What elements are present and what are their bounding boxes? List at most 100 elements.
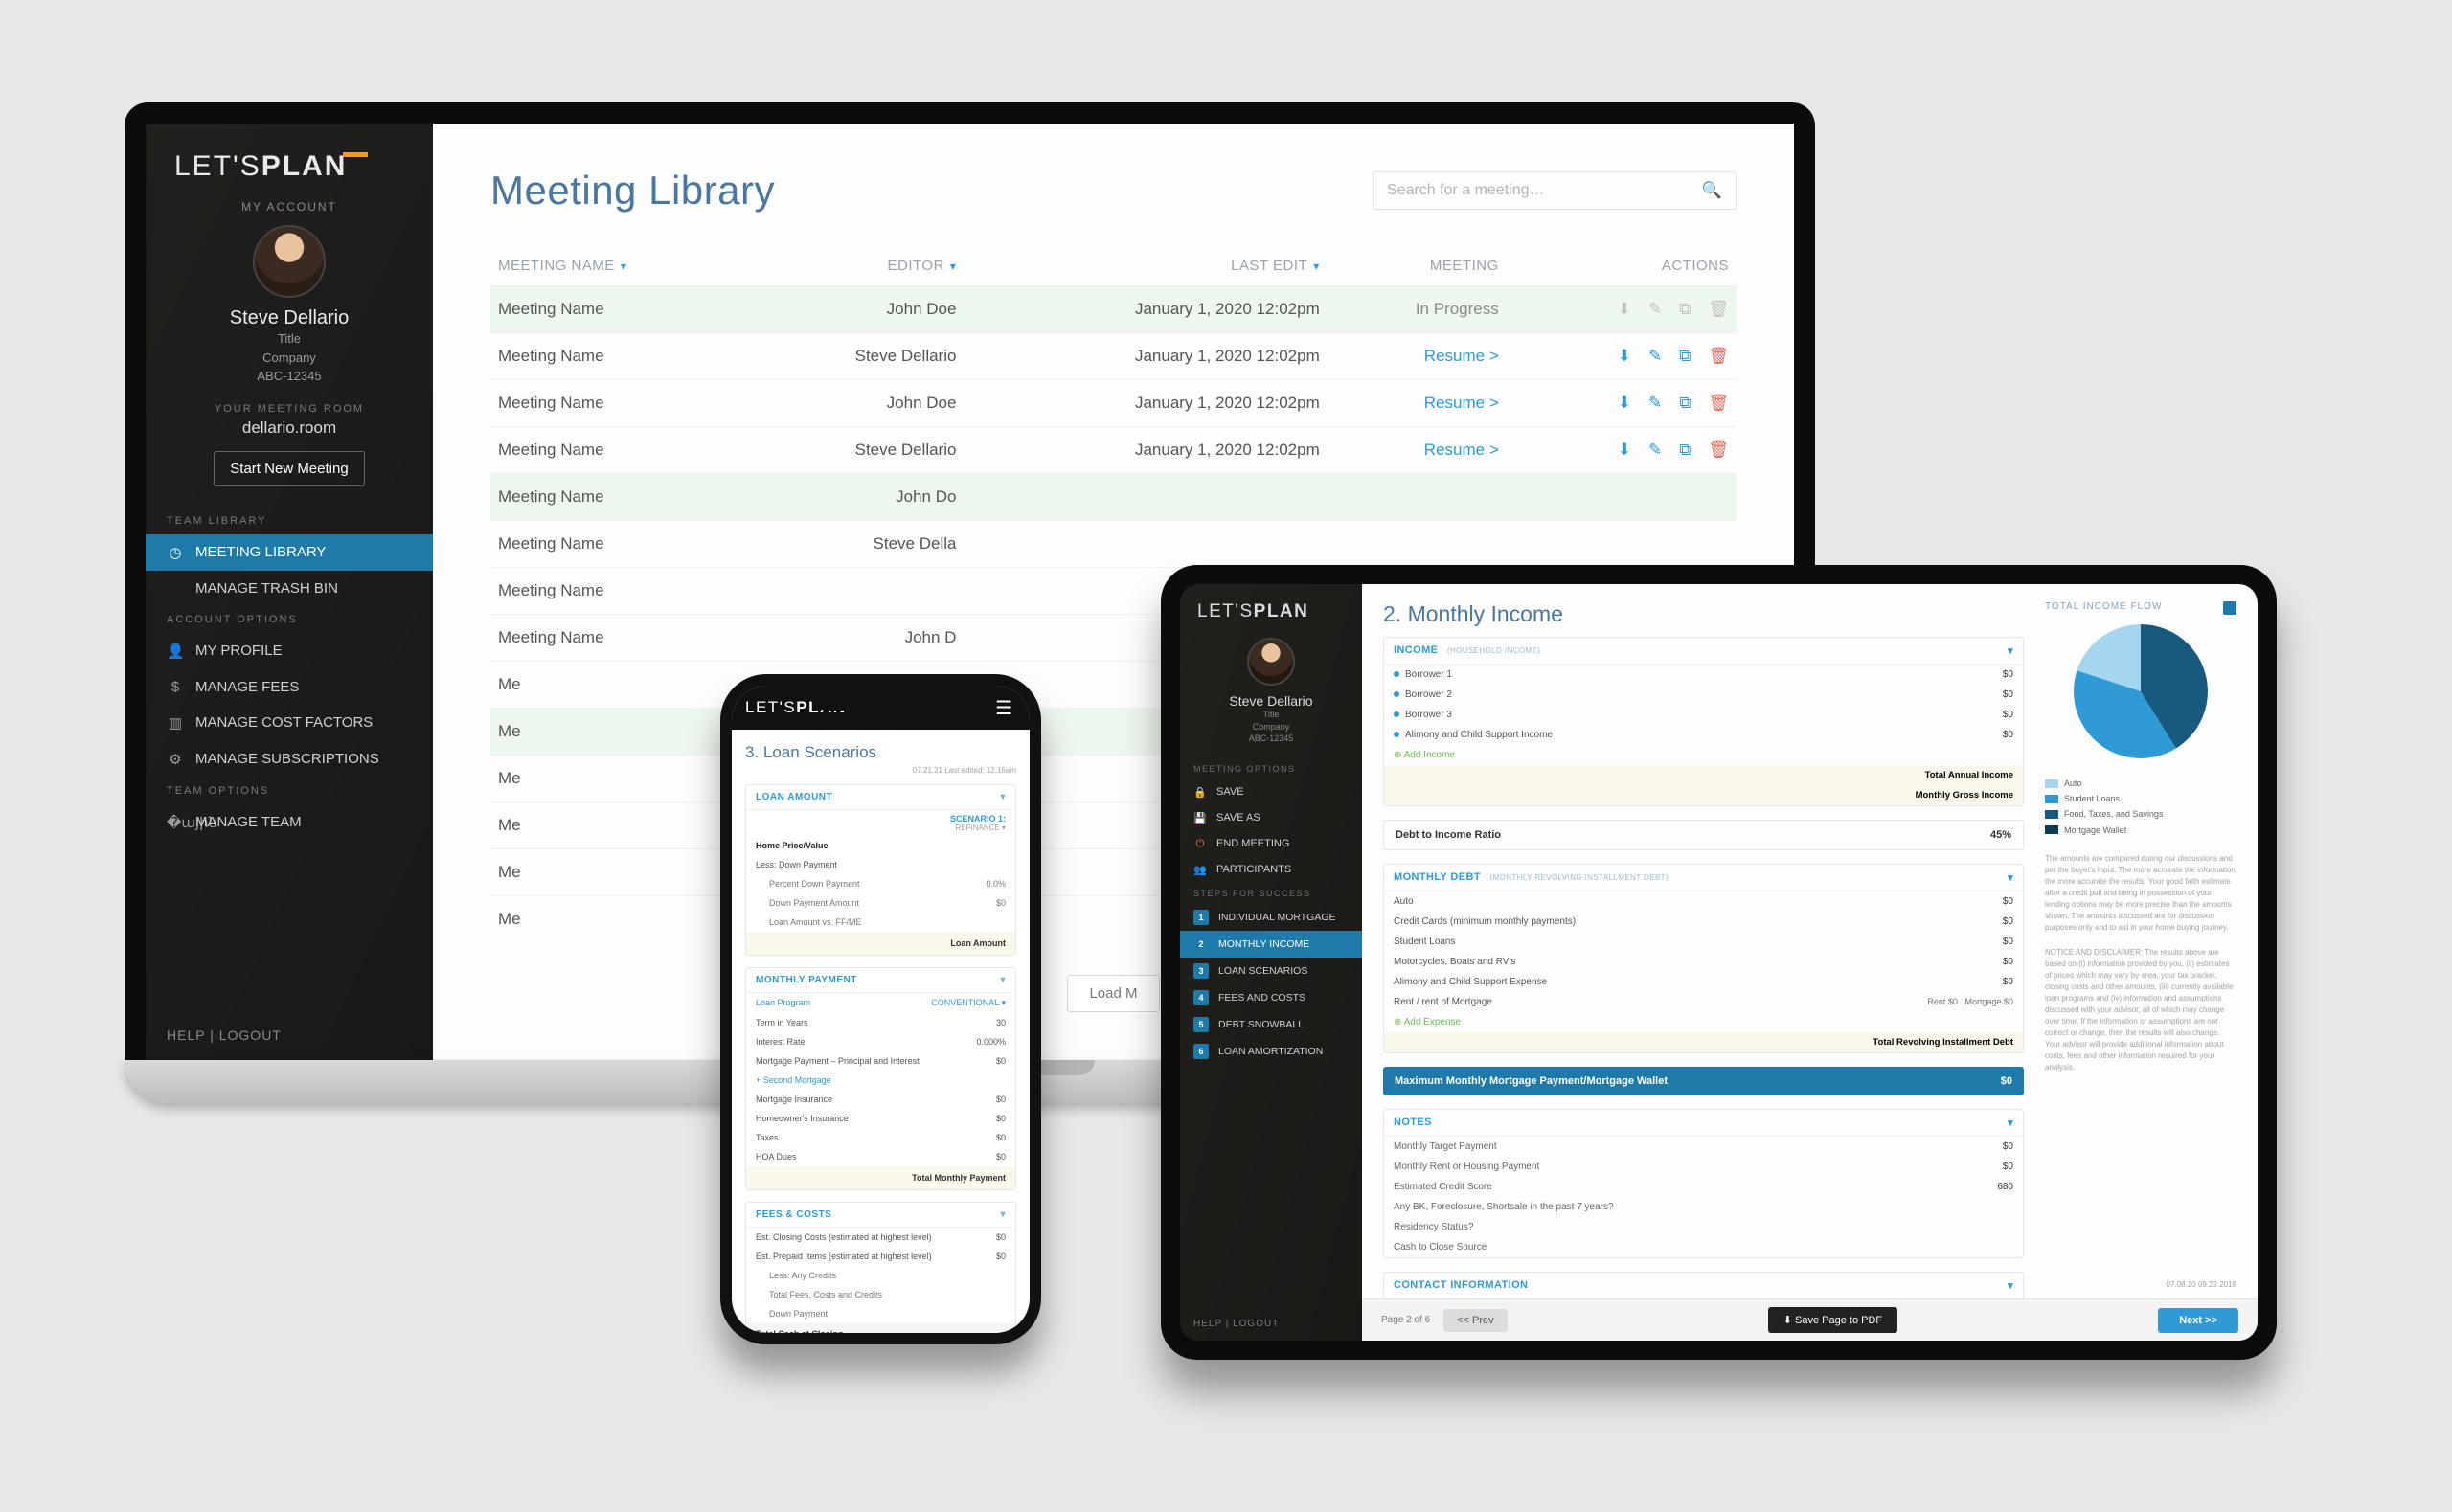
nav-fees[interactable]: $MANAGE FEES — [146, 669, 433, 705]
chevron-down-icon: ▾ — [1313, 260, 1320, 273]
copy-icon[interactable]: ⧉ — [1679, 394, 1691, 413]
monthly-payment-total: Total Monthly Payment — [746, 1166, 1015, 1189]
gear-icon: ⚙ — [167, 751, 184, 768]
download-icon[interactable]: ⬇ — [1618, 347, 1631, 366]
section-team-library: TEAM LIBRARY — [146, 508, 433, 534]
trash-icon[interactable]: 🗑 — [1708, 300, 1729, 319]
edit-icon[interactable]: ✎ — [1648, 347, 1662, 366]
opt-end-meeting[interactable]: ⏻END MEETING — [1180, 831, 1362, 857]
card-header-contact[interactable]: CONTACT INFORMATION▾ — [1384, 1273, 2023, 1299]
menu-icon[interactable]: ☰ — [995, 696, 1012, 720]
team-icon: �ային — [167, 814, 184, 831]
room-name: dellario.room — [146, 418, 433, 438]
edit-icon[interactable]: ✎ — [1648, 394, 1662, 413]
card-header[interactable]: MONTHLY PAYMENT▾ — [746, 968, 1015, 993]
col-last[interactable]: LAST EDIT▾ — [964, 246, 1327, 286]
ratio-value: 45% — [1990, 829, 2011, 841]
col-editor[interactable]: EDITOR▾ — [752, 246, 964, 286]
add-expense-button[interactable]: ⊕ Add Expense — [1384, 1012, 2023, 1032]
table-row[interactable]: Meeting NameSteve DellarioJanuary 1, 202… — [490, 333, 1737, 380]
monthly-gross-income: Monthly Gross Income — [1384, 785, 2023, 805]
trash-icon[interactable]: 🗑 — [1708, 394, 1729, 413]
ratio-label: Debt to Income Ratio — [1396, 829, 1501, 841]
nav-team[interactable]: �այինMANAGE TEAM — [146, 804, 433, 841]
list-item: Mortgage Insurance$0 — [746, 1090, 1015, 1109]
laptop-sidebar: LET'SPLAN MY ACCOUNT Steve Dellario Titl… — [146, 124, 433, 1060]
list-item: Borrower 1$0 — [1384, 665, 2023, 685]
download-icon[interactable]: ⬇ — [1618, 300, 1631, 319]
list-item: Motorcycles, Boats and RV's$0 — [1384, 952, 2023, 972]
list-item: Down Payment Amount$0 — [746, 893, 1015, 913]
step-4[interactable]: 4FEES AND COSTS — [1180, 984, 1362, 1011]
card-header[interactable]: FEES & COSTS▾ — [746, 1203, 1015, 1228]
nav-meeting-library[interactable]: ◷MEETING LIBRARY — [146, 534, 433, 571]
list-item: Term in Years30 — [746, 1013, 1015, 1032]
section-steps: STEPS FOR SUCCESS — [1180, 883, 1362, 904]
copy-icon[interactable]: ⧉ — [1679, 347, 1691, 366]
chevron-down-icon: ▾ — [2008, 1279, 2013, 1292]
step-6[interactable]: 6LOAN AMORTIZATION — [1180, 1038, 1362, 1065]
page-indicator: Page 2 of 6 — [1381, 1315, 1430, 1325]
download-icon[interactable]: ⬇ — [1618, 440, 1631, 460]
nav-subscriptions[interactable]: ⚙MANAGE SUBSCRIPTIONS — [146, 741, 433, 778]
edit-icon[interactable]: ✎ — [1648, 440, 1662, 460]
list-item: Residency Status? — [1384, 1217, 2023, 1237]
list-item: Less: Down Payment — [746, 855, 1015, 874]
load-more-button[interactable]: Load M — [1067, 975, 1159, 1012]
step-3[interactable]: 3LOAN SCENARIOS — [1180, 958, 1362, 984]
avatar[interactable] — [253, 225, 326, 298]
list-item: Credit Cards (minimum monthly payments)$… — [1384, 912, 2023, 932]
download-icon[interactable]: ⬇ — [1618, 394, 1631, 413]
monthly-payment-card: MONTHLY PAYMENT▾ Loan ProgramCONVENTIONA… — [745, 967, 1016, 1190]
avatar[interactable] — [1247, 638, 1295, 686]
add-income-button[interactable]: ⊕ Add Income — [1384, 745, 2023, 765]
trash-icon[interactable]: 🗑 — [1708, 347, 1729, 366]
card-header-income[interactable]: INCOME (HOUSEHOLD INCOME)▾ — [1384, 638, 2023, 665]
table-row[interactable]: Meeting NameJohn Do — [490, 474, 1737, 521]
next-button[interactable]: Next >> — [2158, 1308, 2238, 1333]
list-item: Any BK, Foreclosure, Shortsale in the pa… — [1384, 1197, 2023, 1217]
list-item: Total Fees, Costs and Credits — [746, 1285, 1015, 1304]
list-item: Mortgage Payment – Principal and Interes… — [746, 1051, 1015, 1071]
col-name[interactable]: MEETING NAME▾ — [490, 246, 752, 286]
page-title: 3. Loan Scenarios — [745, 743, 1016, 762]
scenario-selector[interactable]: SCENARIO 1:REFINANCE ▾ — [746, 810, 1015, 836]
user-meta: TitleCompanyABC-12345 — [1180, 709, 1362, 745]
expand-icon[interactable] — [2223, 601, 2236, 615]
step-5[interactable]: 5DEBT SNOWBALL — [1180, 1011, 1362, 1038]
table-row[interactable]: Meeting NameSteve DellarioJanuary 1, 202… — [490, 427, 1737, 474]
card-header-debt[interactable]: MONTHLY DEBT (MONTHLY REVOLVING INSTALLM… — [1384, 865, 2023, 891]
edit-icon[interactable]: ✎ — [1648, 300, 1662, 319]
start-meeting-button[interactable]: Start New Meeting — [214, 451, 364, 486]
table-row[interactable]: Meeting NameJohn DoeJanuary 1, 2020 12:0… — [490, 380, 1737, 427]
search-input[interactable]: Search for a meeting… 🔍 — [1373, 171, 1737, 210]
copy-icon[interactable]: ⧉ — [1679, 300, 1691, 319]
nav-profile[interactable]: 👤MY PROFILE — [146, 633, 433, 669]
prev-button[interactable]: << Prev — [1443, 1309, 1508, 1332]
opt-participants[interactable]: 👥PARTICIPANTS — [1180, 857, 1362, 883]
save-pdf-button[interactable]: ⬇ Save Page to PDF — [1768, 1307, 1897, 1333]
lock-icon: 🔒 — [1193, 786, 1207, 799]
card-header-notes[interactable]: NOTES▾ — [1384, 1110, 2023, 1137]
app-logo: LET'SPLAN — [1180, 584, 1362, 632]
step-2[interactable]: 2MONTHLY INCOME — [1180, 931, 1362, 958]
card-header[interactable]: LOAN AMOUNT▾ — [746, 785, 1015, 810]
nav-cost[interactable]: ▥MANAGE COST FACTORS — [146, 705, 433, 741]
notes-card: NOTES▾ Monthly Target Payment$0Monthly R… — [1383, 1109, 2024, 1258]
table-row[interactable]: Meeting NameSteve Della — [490, 521, 1737, 568]
trash-icon[interactable]: 🗑 — [1708, 440, 1729, 460]
app-logo: LET'SPLAN — [146, 124, 433, 196]
sidebar-footer[interactable]: HELP | LOGOUT — [146, 1010, 433, 1060]
step-1[interactable]: 1INDIVIDUAL MORTGAGE — [1180, 904, 1362, 931]
table-row[interactable]: Meeting NameJohn DoeJanuary 1, 2020 12:0… — [490, 286, 1737, 333]
list-item: Home Price/Value — [746, 836, 1015, 855]
tablet-device: LET'SPLAN Steve Dellario TitleCompanyABC… — [1161, 565, 2277, 1360]
nav-trash[interactable]: MANAGE TRASH BIN — [146, 571, 433, 606]
section-meeting-options: MEETING OPTIONS — [1180, 758, 1362, 779]
copy-icon[interactable]: ⧉ — [1679, 440, 1691, 460]
sidebar-footer[interactable]: HELP | LOGOUT — [1180, 1307, 1362, 1341]
opt-save-as[interactable]: 💾SAVE AS — [1180, 805, 1362, 831]
clock-icon: ◷ — [167, 544, 184, 561]
total-debt: Total Revolving Installment Debt — [1384, 1032, 2023, 1052]
opt-save[interactable]: 🔒SAVE — [1180, 779, 1362, 805]
